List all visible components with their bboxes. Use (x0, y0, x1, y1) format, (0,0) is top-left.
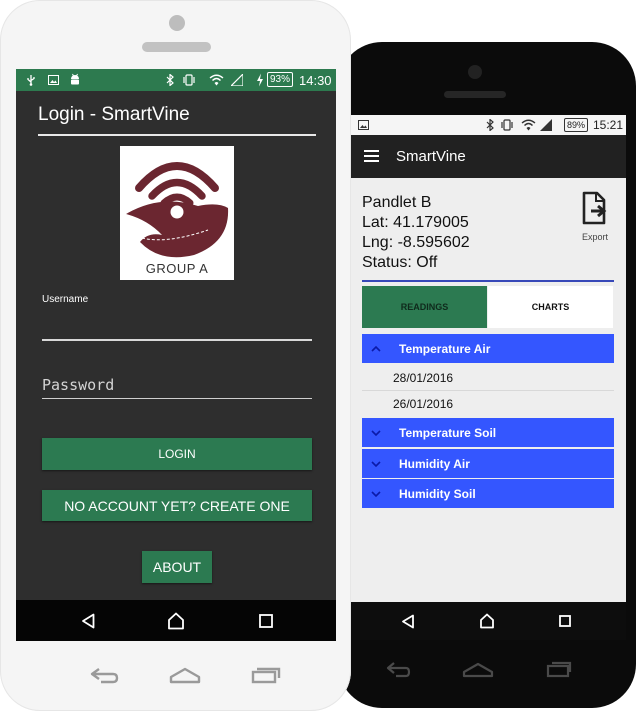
image-icon (48, 75, 59, 85)
group-humidity-soil[interactable]: Humidity Soil (362, 479, 614, 508)
list-item[interactable]: 28/01/2016 (362, 365, 614, 391)
reading-date: 26/01/2016 (393, 397, 454, 411)
recents-icon[interactable] (250, 664, 282, 688)
home-icon[interactable] (479, 613, 495, 629)
password-underline (42, 398, 312, 399)
device-name: Pandlet B (362, 194, 432, 211)
front-camera (468, 65, 482, 79)
chevron-down-icon (371, 491, 381, 498)
device-info: Pandlet B Lat: 41.179005 Lng: -8.595602 … (362, 193, 470, 273)
detail-screen: 89% 15:21 SmartVine Pandlet B Lat: 41.17… (350, 115, 626, 602)
navigation-bar (16, 600, 336, 641)
app-toolbar: SmartVine (350, 135, 626, 178)
username-field[interactable] (42, 339, 312, 341)
tab-readings[interactable]: READINGS (362, 286, 487, 328)
back-icon[interactable] (401, 614, 415, 629)
export-label: Export (581, 232, 608, 242)
battery-indicator: 93% (267, 72, 294, 87)
login-button[interactable]: LOGIN (42, 438, 312, 470)
chevron-down-icon (371, 430, 381, 437)
back-icon[interactable] (384, 658, 412, 682)
signal-icon (231, 74, 243, 86)
home-icon[interactable] (167, 612, 185, 630)
chevron-up-icon (371, 345, 381, 352)
vibrate-icon (501, 119, 513, 131)
recents-icon[interactable] (259, 614, 273, 628)
earpiece-speaker (444, 91, 506, 98)
smartvine-logo-icon (126, 162, 229, 258)
export-button[interactable]: Export (574, 191, 616, 242)
back-icon[interactable] (88, 664, 120, 688)
password-field[interactable] (42, 375, 312, 395)
title-underline (38, 134, 316, 136)
about-button[interactable]: ABOUT (142, 551, 212, 583)
login-screen: 93% 14:30 Login - SmartVine GROUP A User… (16, 69, 336, 641)
group-label: Temperature Soil (399, 426, 497, 440)
navigation-bar (350, 602, 626, 640)
status-time: 14:30 (299, 73, 332, 88)
tab-charts[interactable]: CHARTS (488, 286, 613, 328)
bluetooth-icon (486, 119, 494, 131)
group-label: Humidity Soil (399, 487, 476, 501)
signal-icon (540, 119, 552, 131)
device-status: Status: Off (362, 254, 438, 271)
page-title: Login - SmartVine (38, 104, 190, 125)
status-time: 15:21 (593, 118, 624, 132)
username-label: Username (42, 294, 89, 305)
device-longitude: Lng: -8.595602 (362, 234, 470, 251)
logo-caption: GROUP A (145, 261, 209, 276)
device-latitude: Lat: 41.179005 (362, 214, 469, 231)
image-icon (358, 120, 369, 130)
android-icon (71, 73, 79, 85)
section-divider (362, 280, 614, 282)
usb-icon (27, 75, 35, 86)
app-title: SmartVine (396, 148, 466, 165)
chevron-down-icon (371, 461, 381, 468)
group-temperature-soil[interactable]: Temperature Soil (362, 418, 614, 447)
wifi-icon (521, 119, 536, 131)
bluetooth-icon (166, 74, 174, 86)
vibrate-icon (183, 74, 195, 86)
home-icon[interactable] (461, 658, 495, 682)
group-logo: GROUP A (120, 146, 234, 280)
group-label: Temperature Air (399, 342, 491, 356)
earpiece-speaker (142, 42, 211, 52)
group-label: Humidity Air (399, 457, 470, 471)
recents-icon[interactable] (559, 615, 571, 627)
list-item[interactable]: 26/01/2016 (362, 391, 614, 416)
home-icon[interactable] (168, 664, 202, 688)
back-icon[interactable] (81, 613, 95, 629)
create-account-button[interactable]: NO ACCOUNT YET? CREATE ONE (42, 490, 312, 521)
battery-indicator: 89% (564, 118, 589, 132)
group-humidity-air[interactable]: Humidity Air (362, 449, 614, 478)
group-temperature-air[interactable]: Temperature Air (362, 334, 614, 363)
status-bar: 89% 15:21 (350, 115, 626, 135)
wifi-icon (209, 74, 224, 86)
recents-icon[interactable] (545, 658, 573, 682)
export-file-icon (582, 191, 607, 225)
front-camera (169, 15, 185, 31)
battery-charging-icon (257, 73, 263, 87)
menu-icon[interactable] (364, 150, 379, 162)
reading-date: 28/01/2016 (393, 371, 454, 385)
status-bar: 93% 14:30 (16, 69, 336, 91)
